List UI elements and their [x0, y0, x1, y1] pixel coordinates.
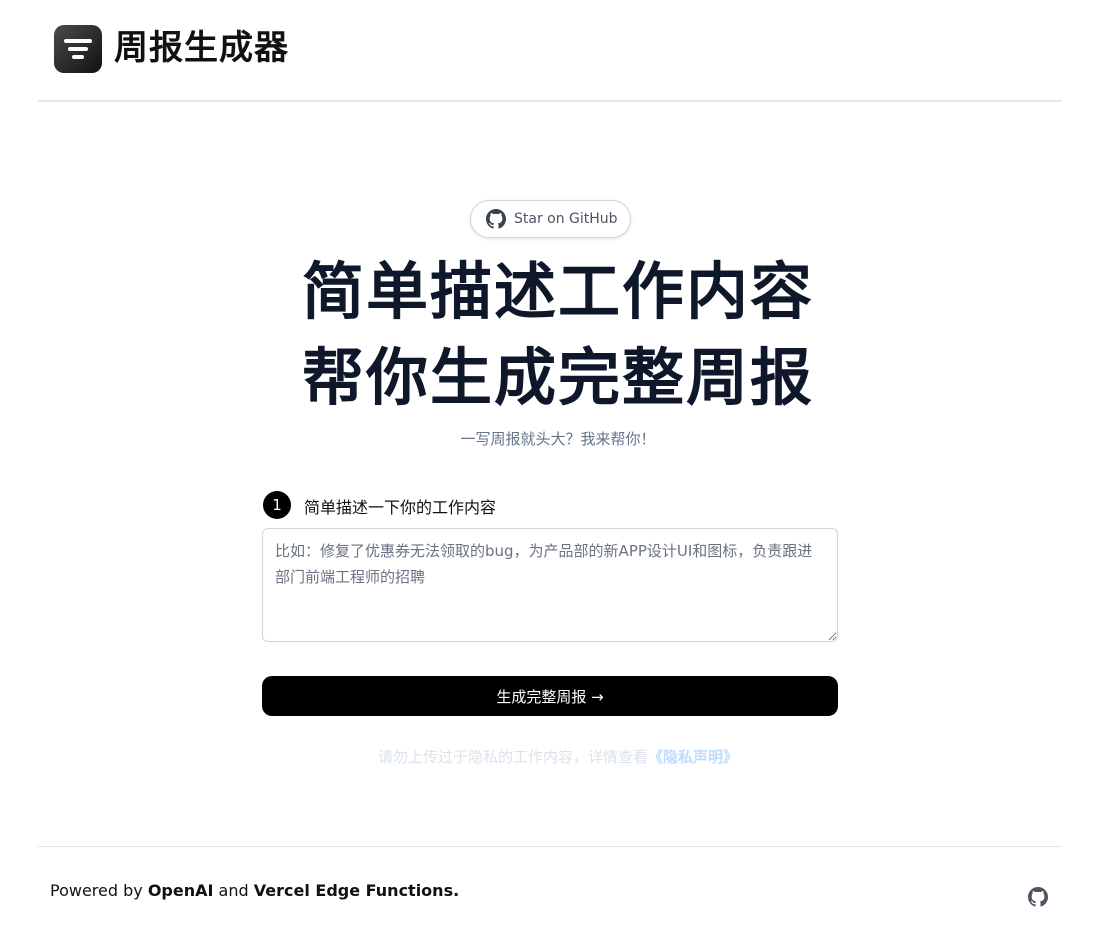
step-number-badge: 1 [263, 491, 291, 519]
top-header: 周报生成器 [38, 0, 1062, 102]
generate-report-button[interactable]: 生成完整周报 → [262, 676, 838, 716]
headline-line-1: 简单描述工作内容 [301, 255, 814, 328]
privacy-notice: 请勿上传过于隐私的工作内容，详情查看《隐私声明》 [0, 746, 1116, 767]
logo-bar-1 [64, 39, 92, 43]
github-icon[interactable] [1028, 887, 1048, 907]
headline-line-2: 帮你生成完整周报 [301, 341, 814, 414]
step-label: 简单描述一下你的工作内容 [304, 498, 497, 517]
privacy-text: 请勿上传过于隐私的工作内容，详情查看 [377, 748, 648, 766]
powered-and: and [213, 881, 254, 900]
app-title[interactable]: 周报生成器 [114, 24, 289, 72]
page: 周报生成器 Star on GitHub 简单描述工作内容 帮你生成完整周报 一… [0, 0, 1116, 933]
logo-bar-3 [72, 55, 84, 59]
star-on-github-button[interactable]: Star on GitHub [470, 200, 631, 238]
hero-subtitle: 一写周报就头大？我来帮你！ [460, 430, 656, 448]
work-description-input[interactable] [262, 528, 838, 642]
openai-link[interactable]: OpenAI [148, 881, 214, 900]
vercel-link[interactable]: Vercel Edge Functions. [254, 881, 459, 900]
privacy-policy-link[interactable]: 《隐私声明》 [648, 748, 738, 766]
powered-prefix: Powered by [50, 881, 148, 900]
github-icon [486, 209, 506, 229]
footer: Powered by OpenAI and Vercel Edge Functi… [38, 846, 1062, 933]
logo-bar-2 [68, 47, 88, 51]
powered-by-text: Powered by OpenAI and Vercel Edge Functi… [50, 881, 459, 900]
star-on-github-label: Star on GitHub [514, 211, 618, 227]
app-logo-icon[interactable] [54, 25, 102, 73]
